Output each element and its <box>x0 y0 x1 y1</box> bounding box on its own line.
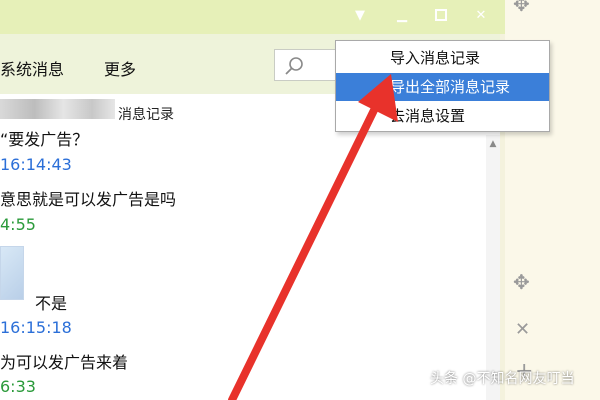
red-arrow-annotation <box>228 74 398 400</box>
watermark: 头条 @不知名网友叮当 <box>430 371 575 387</box>
